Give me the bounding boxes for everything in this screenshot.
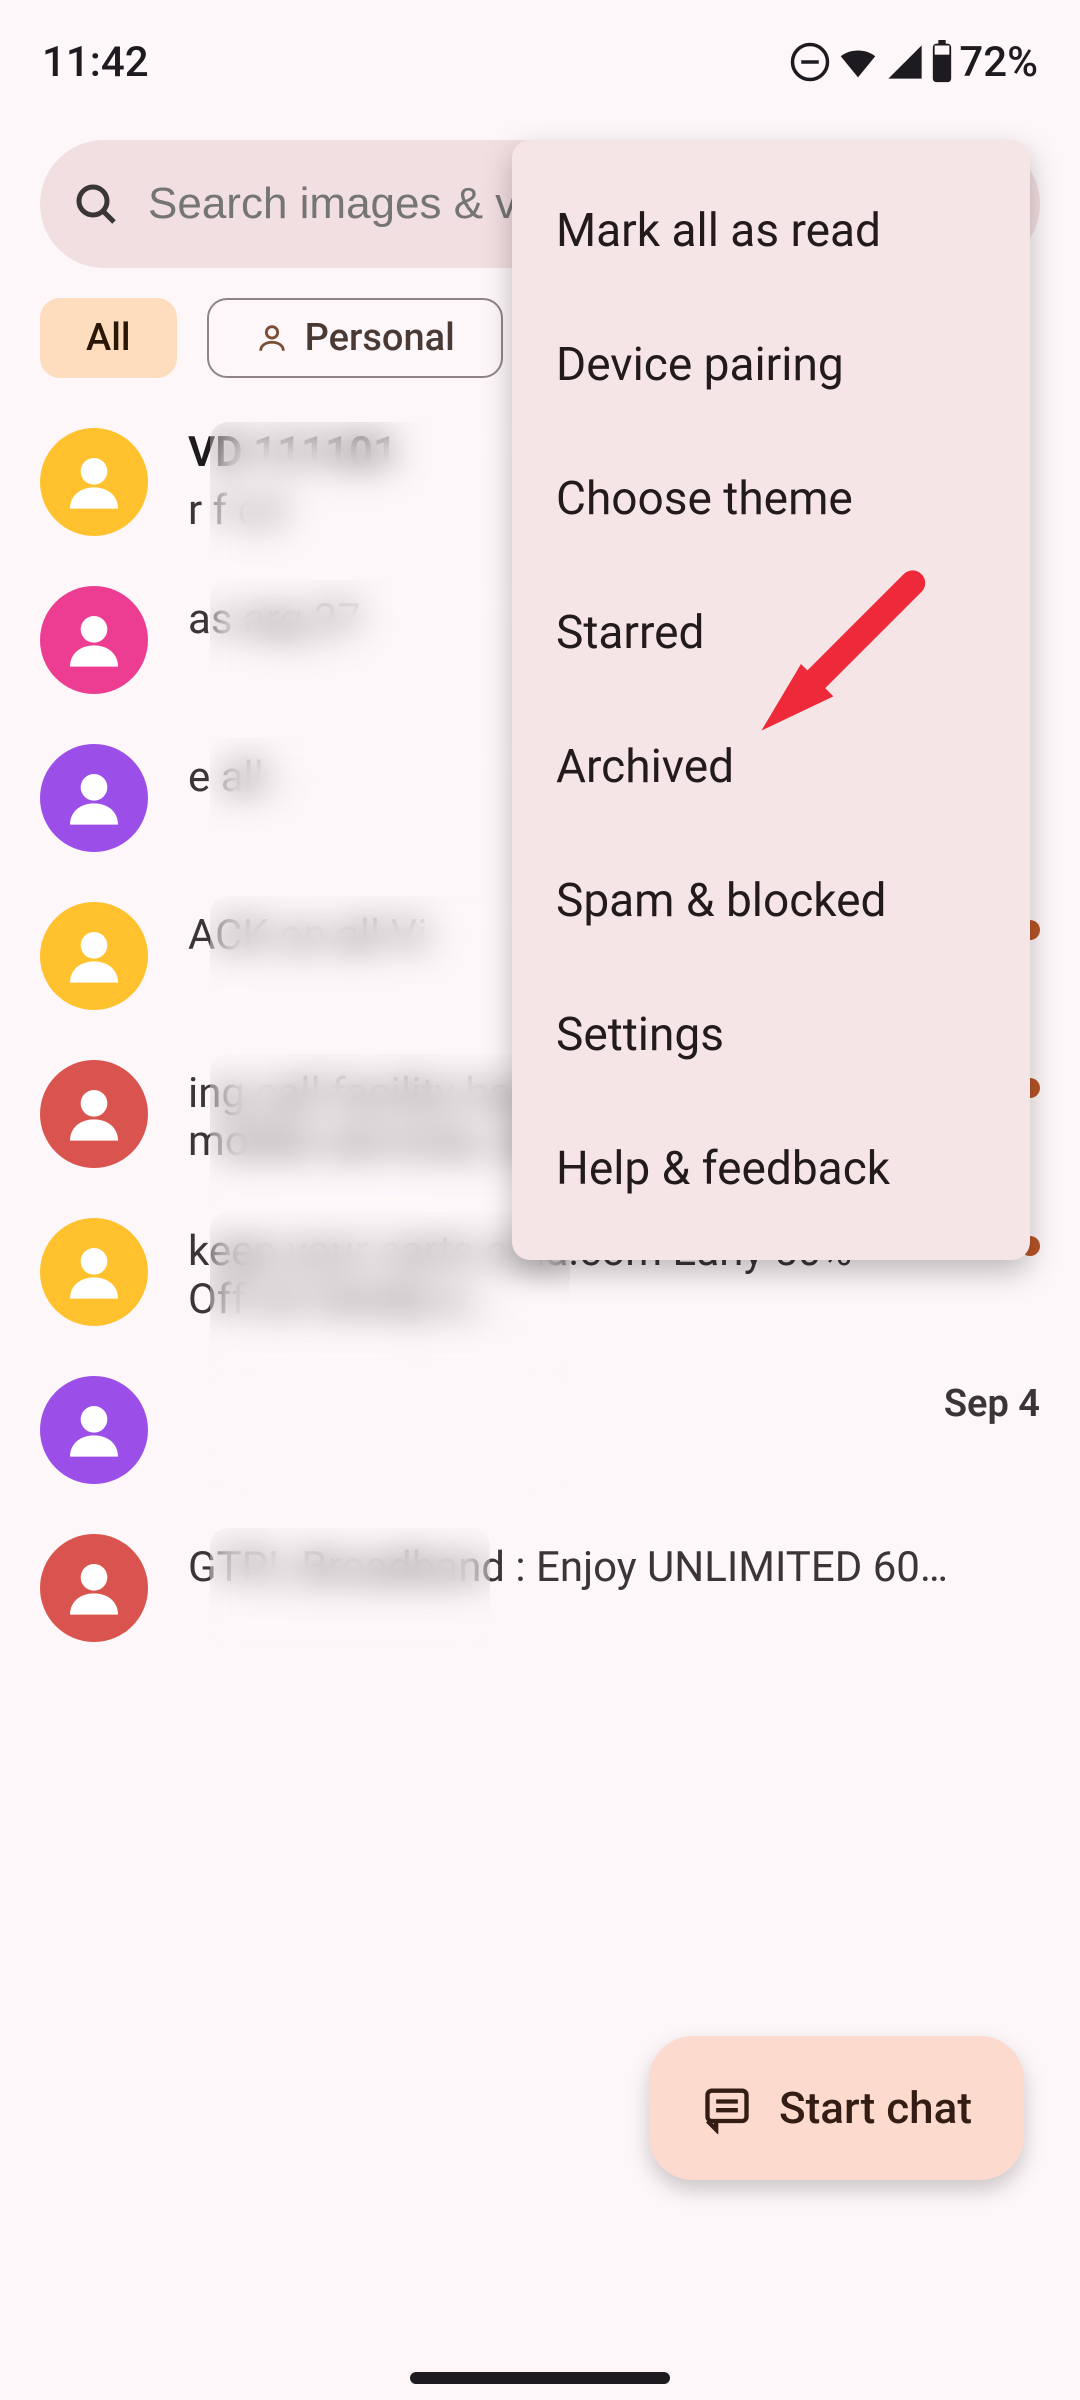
avatar: [40, 428, 148, 536]
menu-device-pairing[interactable]: Device pairing: [512, 298, 1030, 432]
status-time: 11:42: [42, 38, 149, 87]
person-icon: [62, 608, 126, 672]
wifi-icon: [835, 39, 881, 85]
nav-indicator[interactable]: [410, 2372, 670, 2384]
person-icon: [62, 450, 126, 514]
chip-label: All: [86, 316, 131, 360]
conversation-snippet: GTPL Broadband : Enjoy UNLIMITED 60…: [188, 1544, 1040, 1592]
chip-all[interactable]: All: [40, 298, 177, 378]
status-bar: 11:42 72%: [0, 0, 1080, 100]
redaction-blur: [210, 1370, 570, 1490]
battery-percent: 72%: [959, 38, 1038, 87]
chat-icon: [701, 2082, 753, 2134]
start-chat-fab[interactable]: Start chat: [649, 2036, 1024, 2180]
person-icon: [62, 1398, 126, 1462]
avatar: [40, 1534, 148, 1642]
person-icon: [62, 924, 126, 988]
chip-label: Personal: [305, 316, 455, 360]
conversation-item[interactable]: Sep 4: [40, 1376, 1040, 1484]
search-icon: [72, 180, 120, 228]
person-icon: [62, 1556, 126, 1620]
overflow-menu: Mark all as read Device pairing Choose t…: [512, 140, 1030, 1260]
avatar: [40, 1376, 148, 1484]
person-icon: [62, 766, 126, 830]
menu-settings[interactable]: Settings: [512, 968, 1030, 1102]
avatar: [40, 1218, 148, 1326]
menu-archived[interactable]: Archived: [512, 700, 1030, 834]
menu-choose-theme[interactable]: Choose theme: [512, 432, 1030, 566]
avatar: [40, 744, 148, 852]
menu-spam-blocked[interactable]: Spam & blocked: [512, 834, 1030, 968]
dnd-icon: [789, 41, 831, 83]
person-icon: [62, 1082, 126, 1146]
conversation-time: Sep 4: [944, 1382, 1040, 1426]
status-right-cluster: 72%: [789, 38, 1038, 87]
person-icon: [62, 1240, 126, 1304]
avatar: [40, 1060, 148, 1168]
avatar: [40, 902, 148, 1010]
person-outline-icon: [255, 321, 289, 355]
menu-starred[interactable]: Starred: [512, 566, 1030, 700]
chip-personal[interactable]: Personal: [207, 298, 503, 378]
battery-icon: [929, 40, 955, 84]
fab-label: Start chat: [779, 2082, 972, 2134]
menu-mark-all-read[interactable]: Mark all as read: [512, 164, 1030, 298]
signal-icon: [885, 42, 925, 82]
conversation-item[interactable]: GTPL Broadband : Enjoy UNLIMITED 60…: [40, 1534, 1040, 1642]
menu-help-feedback[interactable]: Help & feedback: [512, 1102, 1030, 1236]
avatar: [40, 586, 148, 694]
